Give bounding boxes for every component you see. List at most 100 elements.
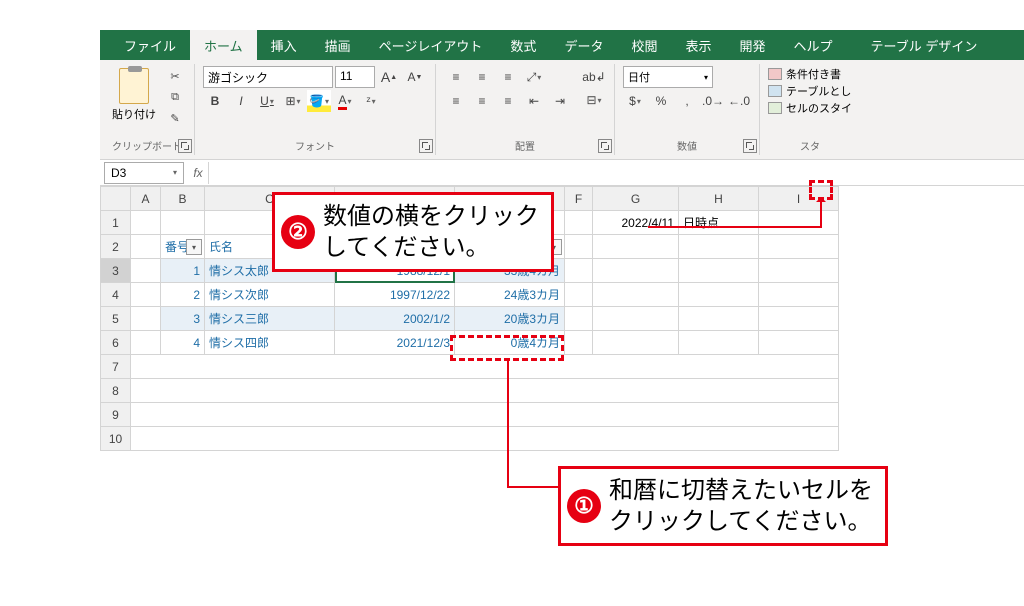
cell[interactable] [131,427,839,451]
col-header-G[interactable]: G [593,187,679,211]
number-dialog-launcher[interactable] [743,139,757,153]
border-button[interactable]: ⊞ [281,90,305,112]
row-header-4[interactable]: 4 [101,283,131,307]
cell[interactable] [565,331,593,355]
tab-formulas[interactable]: 数式 [496,30,550,60]
accounting-format-button[interactable]: $ [623,90,647,112]
cell[interactable] [679,331,759,355]
conditional-format-button[interactable]: 条件付き書 [768,66,852,82]
indent-inc-button[interactable]: ⇥ [548,90,572,112]
cell[interactable] [161,211,205,235]
align-left-button[interactable]: ≡ [444,90,468,112]
tab-help[interactable]: ヘルプ [780,30,847,60]
cell[interactable] [679,307,759,331]
decrease-font-button[interactable]: A▼ [403,66,427,88]
tab-review[interactable]: 校閲 [617,30,671,60]
row-header-10[interactable]: 10 [101,427,131,451]
cell[interactable] [593,259,679,283]
number-format-select[interactable]: 日付▾ [623,66,713,88]
cell[interactable] [759,307,839,331]
row-header-3[interactable]: 3 [101,259,131,283]
clipboard-dialog-launcher[interactable] [178,139,192,153]
name-box[interactable]: D3▾ [104,162,184,184]
increase-font-button[interactable]: A▲ [377,66,401,88]
cell[interactable] [131,403,839,427]
cell[interactable] [131,235,161,259]
col-header-I[interactable]: I [759,187,839,211]
merge-button[interactable]: ⊟ [582,89,606,111]
table-header-num[interactable]: 番号▾ [161,235,205,259]
cell[interactable] [131,331,161,355]
decrease-decimal-button[interactable]: ←.0 [727,90,751,112]
cell[interactable] [565,211,593,235]
cell-styles-button[interactable]: セルのスタイ [768,100,852,116]
cell[interactable] [565,283,593,307]
col-header-A[interactable]: A [131,187,161,211]
tab-developer[interactable]: 開発 [725,30,779,60]
tab-data[interactable]: データ [550,30,617,60]
paste-button[interactable]: 貼り付け [108,66,160,136]
row-header-5[interactable]: 5 [101,307,131,331]
table-cell[interactable]: 4 [161,331,205,355]
phonetic-button[interactable]: ᶻ [359,90,383,112]
underline-button[interactable]: U [255,90,279,112]
filter-icon[interactable]: ▾ [186,239,202,255]
row-header-1[interactable]: 1 [101,211,131,235]
tab-view[interactable]: 表示 [671,30,725,60]
table-cell[interactable]: 1 [161,259,205,283]
font-dialog-launcher[interactable] [419,139,433,153]
alignment-dialog-launcher[interactable] [598,139,612,153]
select-all-corner[interactable] [101,187,131,211]
table-cell[interactable]: 1997/12/22 [335,283,455,307]
font-color-button[interactable]: A [333,90,357,112]
table-cell[interactable]: 0歳4カ月 [455,331,565,355]
cell[interactable] [759,235,839,259]
cell[interactable] [565,235,593,259]
copy-button[interactable]: ⧉ [164,87,186,107]
cell[interactable] [131,211,161,235]
orientation-button[interactable]: ⤢ [522,66,546,88]
font-size-select[interactable]: 11 [335,66,375,88]
font-name-select[interactable]: 游ゴシック [203,66,333,88]
col-header-B[interactable]: B [161,187,205,211]
table-cell[interactable]: 情シス四郎 [205,331,335,355]
italic-button[interactable]: I [229,90,253,112]
wrap-text-button[interactable]: ab↲ [582,66,606,88]
cell[interactable] [131,379,839,403]
tab-draw[interactable]: 描画 [311,30,365,60]
cell[interactable] [131,307,161,331]
tab-file[interactable]: ファイル [110,30,190,60]
fill-color-button[interactable]: 🪣 [307,90,331,112]
cell[interactable]: 日時点 [679,211,759,235]
cell[interactable] [759,211,839,235]
cell[interactable] [679,283,759,307]
bold-button[interactable]: B [203,90,227,112]
tab-table-design[interactable]: テーブル デザイン [857,30,992,60]
cut-button[interactable]: ✂ [164,66,186,86]
table-cell[interactable]: 24歳3カ月 [455,283,565,307]
cell[interactable] [565,307,593,331]
tab-insert[interactable]: 挿入 [257,30,311,60]
tab-pagelayout[interactable]: ページレイアウト [365,30,497,60]
indent-dec-button[interactable]: ⇤ [522,90,546,112]
cell[interactable] [679,235,759,259]
cell[interactable] [759,331,839,355]
cell[interactable] [131,259,161,283]
fx-icon[interactable]: fx [188,166,208,180]
tab-home[interactable]: ホーム [190,30,257,60]
cell[interactable]: 2022/4/11 [593,211,679,235]
format-as-table-button[interactable]: テーブルとし [768,83,852,99]
table-cell[interactable]: 2002/1/2 [335,307,455,331]
cell[interactable] [593,235,679,259]
cell[interactable] [131,355,839,379]
cell[interactable] [593,307,679,331]
row-header-2[interactable]: 2 [101,235,131,259]
format-painter-button[interactable]: ✎ [164,108,186,128]
align-bottom-button[interactable]: ≡ [496,66,520,88]
table-cell[interactable]: 情シス三郎 [205,307,335,331]
align-right-button[interactable]: ≡ [496,90,520,112]
row-header-6[interactable]: 6 [101,331,131,355]
comma-format-button[interactable]: , [675,90,699,112]
cell[interactable] [593,331,679,355]
cell[interactable] [679,259,759,283]
